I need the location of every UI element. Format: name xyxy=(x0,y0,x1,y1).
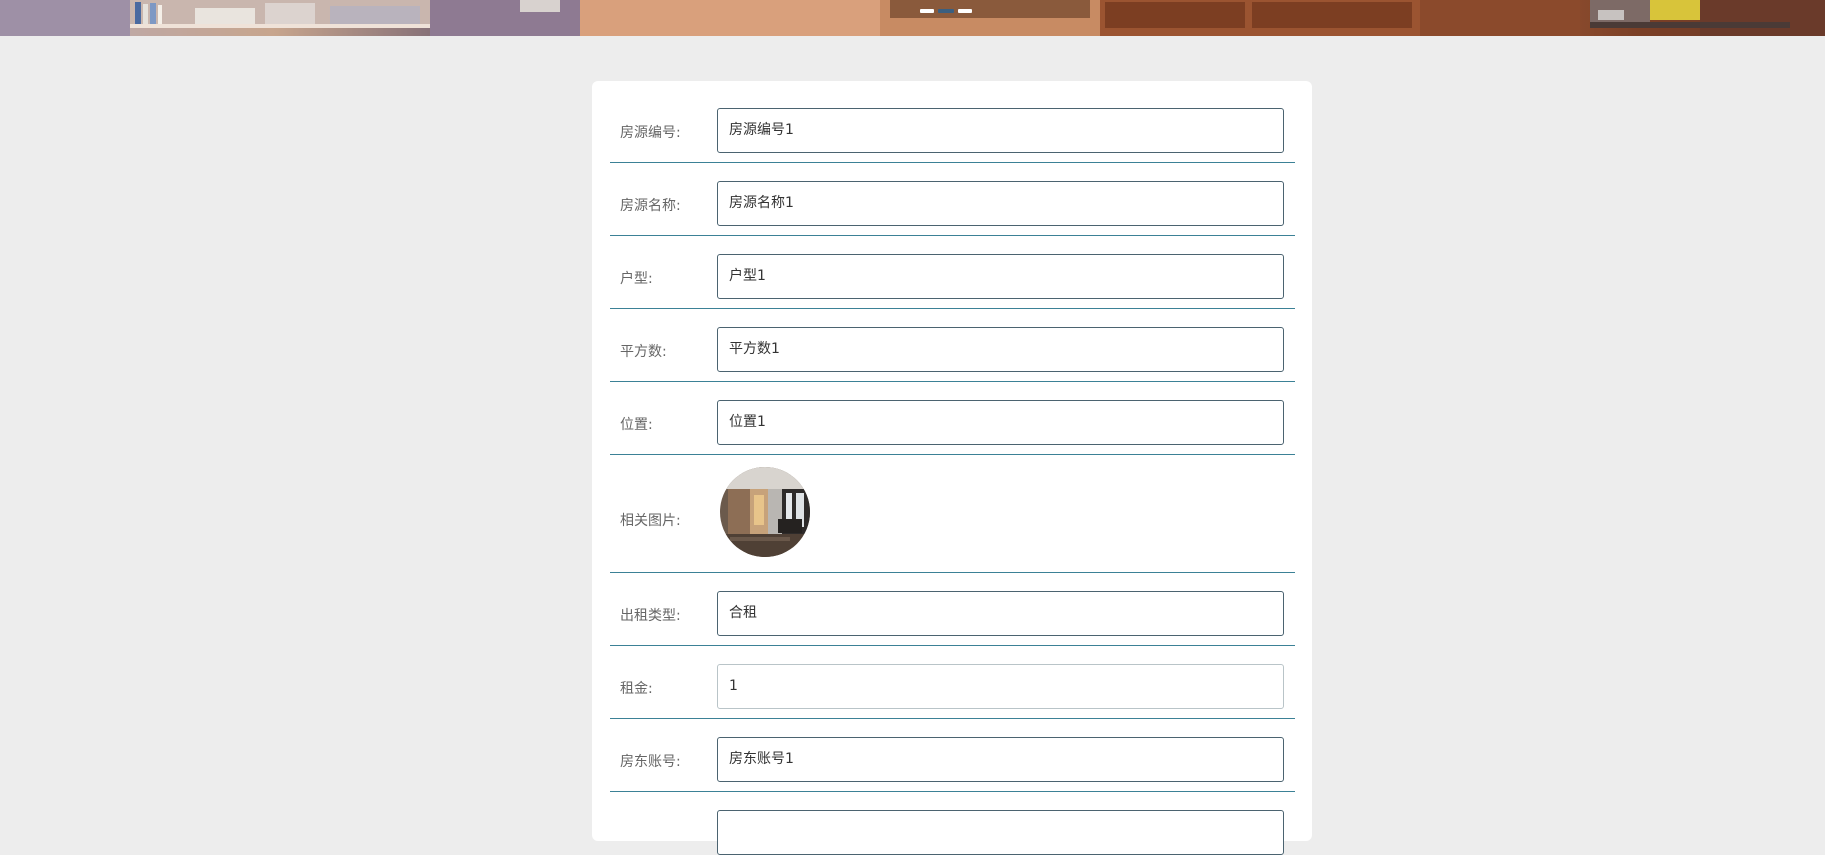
form-row-landlord-account: 房东账号: 房东账号1 xyxy=(610,718,1295,792)
landlord-account-label: 房东账号: xyxy=(620,754,681,770)
house-name-field[interactable]: 房源名称1 xyxy=(717,181,1284,226)
landlord-account-field[interactable]: 房东账号1 xyxy=(717,737,1284,782)
rent-type-label: 出租类型: xyxy=(620,608,681,624)
layout-field[interactable]: 户型1 xyxy=(717,254,1284,299)
form-row-house-number: 房源编号: 房源编号1 xyxy=(610,81,1295,163)
banner-image xyxy=(0,0,1825,36)
house-name-label: 房源名称: xyxy=(620,198,681,214)
form-row-location: 位置: 位置1 xyxy=(610,381,1295,455)
location-field[interactable]: 位置1 xyxy=(717,400,1284,445)
house-number-label: 房源编号: xyxy=(620,125,681,141)
carousel-indicators xyxy=(920,7,972,15)
carousel-dot-1[interactable] xyxy=(920,9,934,13)
house-detail-card: 房源编号: 房源编号1 房源名称: 房源名称1 户型: 户型1 平方数: 平方数… xyxy=(592,81,1312,855)
form-row-rent-type: 出租类型: 合租 xyxy=(610,572,1295,646)
house-number-field[interactable]: 房源编号1 xyxy=(717,108,1284,153)
banner-carousel xyxy=(0,0,1825,36)
location-label: 位置: xyxy=(620,417,653,433)
rent-field[interactable]: 1 xyxy=(717,664,1284,709)
form-row-images: 相关图片: xyxy=(610,454,1295,573)
carousel-dot-3[interactable] xyxy=(958,9,972,13)
next-field[interactable] xyxy=(717,810,1284,855)
images-label: 相关图片: xyxy=(620,513,681,529)
rent-type-field[interactable]: 合租 xyxy=(717,591,1284,636)
form-row-area: 平方数: 平方数1 xyxy=(610,308,1295,382)
form-row-next xyxy=(610,791,1295,855)
area-label: 平方数: xyxy=(620,344,667,360)
house-photo-thumbnail[interactable] xyxy=(720,467,810,557)
carousel-dot-2[interactable] xyxy=(938,9,954,13)
rent-label: 租金: xyxy=(620,681,653,697)
area-field[interactable]: 平方数1 xyxy=(717,327,1284,372)
form-row-house-name: 房源名称: 房源名称1 xyxy=(610,162,1295,236)
house-photo-image xyxy=(720,467,810,557)
form-row-layout: 户型: 户型1 xyxy=(610,235,1295,309)
form-row-rent: 租金: 1 xyxy=(610,645,1295,719)
layout-label: 户型: xyxy=(620,271,653,287)
